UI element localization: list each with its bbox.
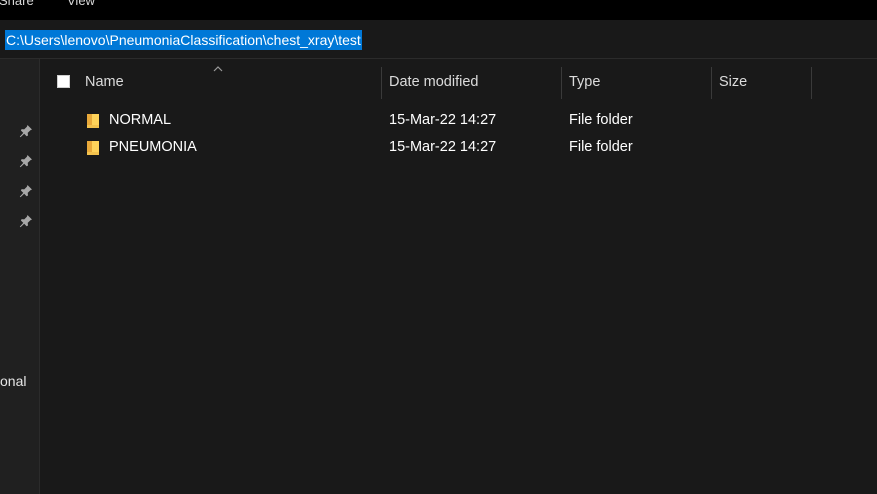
pin-icon[interactable] — [19, 214, 33, 228]
folder-icon — [87, 141, 99, 155]
sort-ascending-icon — [213, 66, 223, 72]
column-header-date-modified[interactable]: Date modified — [389, 74, 478, 90]
column-header-name[interactable]: Name — [85, 74, 124, 90]
select-all-checkbox[interactable] — [57, 75, 70, 88]
table-row[interactable]: PNEUMONIA 15-Mar-22 14:27 File folder — [40, 134, 877, 161]
file-type: File folder — [569, 139, 633, 155]
address-input[interactable]: C:\Users\lenovo\PneumoniaClassification\… — [5, 30, 362, 50]
address-bar[interactable]: C:\Users\lenovo\PneumoniaClassification\… — [0, 22, 877, 59]
pin-icon[interactable] — [19, 184, 33, 198]
column-header-size[interactable]: Size — [719, 74, 747, 90]
file-name: NORMAL — [109, 112, 172, 128]
ribbon-tab-share[interactable]: Share — [0, 0, 34, 8]
folder-icon — [87, 114, 99, 128]
pin-icon[interactable] — [19, 124, 33, 138]
column-header-type[interactable]: Type — [569, 74, 600, 90]
nav-item-label[interactable]: onal — [0, 373, 26, 389]
ribbon-tabs: Share View — [0, 0, 877, 20]
column-header-row: Name Date modified Type Size — [40, 66, 877, 99]
column-divider[interactable] — [811, 67, 812, 99]
table-row[interactable]: NORMAL 15-Mar-22 14:27 File folder — [40, 107, 877, 134]
file-name: PNEUMONIA — [109, 139, 197, 155]
navigation-pane: onal — [0, 59, 40, 494]
ribbon-tab-view[interactable]: View — [67, 0, 95, 8]
file-date-modified: 15-Mar-22 14:27 — [389, 139, 497, 155]
pin-icon[interactable] — [19, 154, 33, 168]
file-list: Name Date modified Type Size NORMAL 15-M… — [40, 59, 877, 494]
file-type: File folder — [569, 112, 633, 128]
column-divider[interactable] — [711, 67, 712, 99]
file-date-modified: 15-Mar-22 14:27 — [389, 112, 497, 128]
column-divider[interactable] — [561, 67, 562, 99]
column-divider[interactable] — [381, 67, 382, 99]
